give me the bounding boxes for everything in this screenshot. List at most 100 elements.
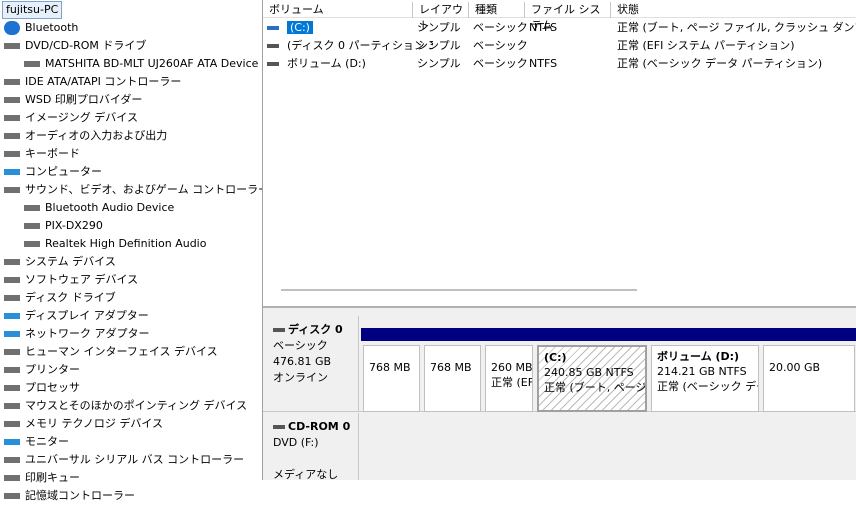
disk-drive-icon [4,291,20,305]
tree-item[interactable]: マウスとそのほかのポインティング デバイス [4,397,247,415]
tree-item-label: コンピューター [25,165,102,178]
tree-item[interactable]: ディスク ドライブ [4,289,116,307]
partition-status: 正常 (ブート, ページ ファ [544,381,647,394]
ide-controller-icon [4,75,20,89]
tree-item[interactable]: PIX-DX290 [24,217,103,235]
partition-box: 768 MB [424,345,481,412]
volume-cell-text: シンプル [417,57,461,70]
disk-type: ベーシック [273,339,328,352]
volume-cell[interactable]: (ディスク 0 パーティション 3) [287,37,433,55]
volume-cell[interactable]: 正常 (ベーシック データ パーティション) [617,55,856,73]
tree-item[interactable]: キーボード [4,145,80,163]
disk-icon [273,328,285,332]
partition-size: 768 MB [430,361,472,374]
tree-item-label: イメージング デバイス [25,111,138,124]
volume-cell[interactable]: 正常 (EFI システム パーティション) [617,37,856,55]
tree-item[interactable]: ユニバーサル シリアル バス コントローラー [4,451,244,469]
tree-item[interactable]: オーディオの入力および出力 [4,127,167,145]
tree-item[interactable]: サウンド、ビデオ、およびゲーム コントローラー [4,181,269,199]
volume-cell-text: ベーシック [473,21,528,34]
tree-item[interactable]: ディスプレイ アダプター [4,307,149,325]
tree-item[interactable]: Bluetooth [4,19,78,37]
tree-root-computer[interactable]: fujitsu-PC [2,1,63,19]
partition-bar [361,328,422,341]
tree-item-label: MATSHITA BD-MLT UJ260AF ATA Device [45,57,259,70]
partition-box: 20.00 GB [763,345,855,412]
speaker-icon [24,237,40,251]
partition-status: 正常 (EFI [491,376,533,389]
tree-item[interactable]: ヒューマン インターフェイス デバイス [4,343,218,361]
volume-icon [267,62,279,66]
tree-item[interactable]: 印刷キュー [4,469,80,487]
tree-item[interactable]: Bluetooth Audio Device [24,199,174,217]
cdrom-0-label[interactable]: CD-ROM 0 DVD (F:) メディアなし [263,413,359,481]
volume-cell[interactable]: NTFS [529,19,611,37]
partition-size: 260 MB [491,361,533,374]
tree-item[interactable]: プロセッサ [4,379,80,397]
volume-list[interactable]: ボリューム レイアウト 種類 ファイル システム 状態 (C:) シンプル ベーシッ… [263,0,856,300]
volume-cell[interactable]: シンプル [417,19,473,37]
tree-item-label: マウスとそのほかのポインティング デバイス [25,399,248,412]
volume-cell[interactable]: ベーシック [473,19,529,37]
tree-item[interactable]: ソフトウェア デバイス [4,271,138,289]
tree-item[interactable]: プリンター [4,361,80,379]
volume-cell[interactable]: ベーシック [473,55,529,73]
tree-item-label: プロセッサ [25,381,80,394]
partition-block[interactable]: 20.00 GB [761,328,856,414]
tree-item-label: キーボード [25,147,80,160]
column-header-status[interactable]: 状態 [611,2,856,18]
column-header-volume[interactable]: ボリューム [263,2,413,18]
tree-item-label: Realtek High Definition Audio [45,237,207,250]
print-queue-icon [4,471,20,485]
partition-block[interactable]: 768 MB [361,328,422,414]
volume-cell-text: ベーシック [473,57,528,70]
volume-cell[interactable]: 正常 (ブート, ページ ファイル, クラッシュ ダンプ, ベーシ [617,19,856,37]
usb-icon [4,453,20,467]
volume-list-header: ボリューム レイアウト 種類 ファイル システム 状態 [263,0,856,32]
speaker-icon [4,183,20,197]
horizontal-scrollbar[interactable] [281,289,637,291]
tree-item[interactable]: イメージング デバイス [4,109,138,127]
tree-item[interactable]: Realtek High Definition Audio [24,235,206,253]
tree-item[interactable]: 記憶域コントローラー [4,487,135,505]
bluetooth-icon [4,21,20,35]
disk-graph-view: ディスク 0 ベーシック 476.81 GB オンライン 768 MB 768 M… [263,306,856,481]
column-header-type[interactable]: 種類 [469,2,525,18]
volume-cell[interactable]: ボリューム (D:) [287,55,433,73]
tree-item[interactable]: コンピューター [4,163,102,181]
column-header-filesystem[interactable]: ファイル システム [525,2,611,32]
volume-cell[interactable]: (C:) [287,19,433,37]
tree-item[interactable]: WSD 印刷プロバイダー [4,91,142,109]
tree-item[interactable]: システム デバイス [4,253,116,271]
tree-item[interactable]: DVD/CD-ROM ドライブ [4,37,146,55]
tree-item-label: Bluetooth Audio Device [45,201,175,214]
speaker-icon [4,129,20,143]
partition-block[interactable]: (C:) 240.85 GB NTFS 正常 (ブート, ページ ファ [535,328,649,414]
tree-item[interactable]: ネットワーク アダプター [4,325,150,343]
volume-cell[interactable]: NTFS [529,55,611,73]
tree-item[interactable]: MATSHITA BD-MLT UJ260AF ATA Device [24,55,258,73]
volume-cell-text: 正常 (ベーシック データ パーティション) [617,57,823,70]
column-header-layout[interactable]: レイアウト [413,2,469,32]
volume-cell[interactable] [529,37,611,55]
volume-cell-text: 正常 (ブート, ページ ファイル, クラッシュ ダンプ, ベーシ [617,21,856,34]
tree-item-label: ディスプレイ アダプター [25,309,149,322]
tree-item-label: DVD/CD-ROM ドライブ [25,39,147,52]
partition-block[interactable]: ボリューム (D:) 214.21 GB NTFS 正常 (ベーシック データ [649,328,761,414]
disk-0-label[interactable]: ディスク 0 ベーシック 476.81 GB オンライン [263,316,359,412]
disk-0-row: ディスク 0 ベーシック 476.81 GB オンライン 768 MB 768 M… [263,316,856,412]
partition-name: ボリューム (D:) [657,350,740,363]
volume-cell[interactable]: シンプル [417,55,473,73]
volume-cell[interactable]: ベーシック [473,37,529,55]
volume-cell-text: シンプル [417,21,461,34]
tree-item[interactable]: モニター [4,433,69,451]
volume-cell[interactable]: シンプル [417,37,473,55]
partition-block[interactable]: 768 MB [422,328,483,414]
volume-cell-text: シンプル [417,39,461,52]
tree-item[interactable]: メモリ テクノロジ デバイス [4,415,163,433]
partition-block[interactable]: 260 MB 正常 (EFI [483,328,535,414]
tree-item-label: ネットワーク アダプター [25,327,150,340]
volume-cell-text: NTFS [529,21,558,34]
device-tree[interactable]: fujitsu-PC Bluetooth DVD/CD-ROM ドライブ MATSH… [0,0,269,508]
tree-item[interactable]: IDE ATA/ATAPI コントローラー [4,73,181,91]
